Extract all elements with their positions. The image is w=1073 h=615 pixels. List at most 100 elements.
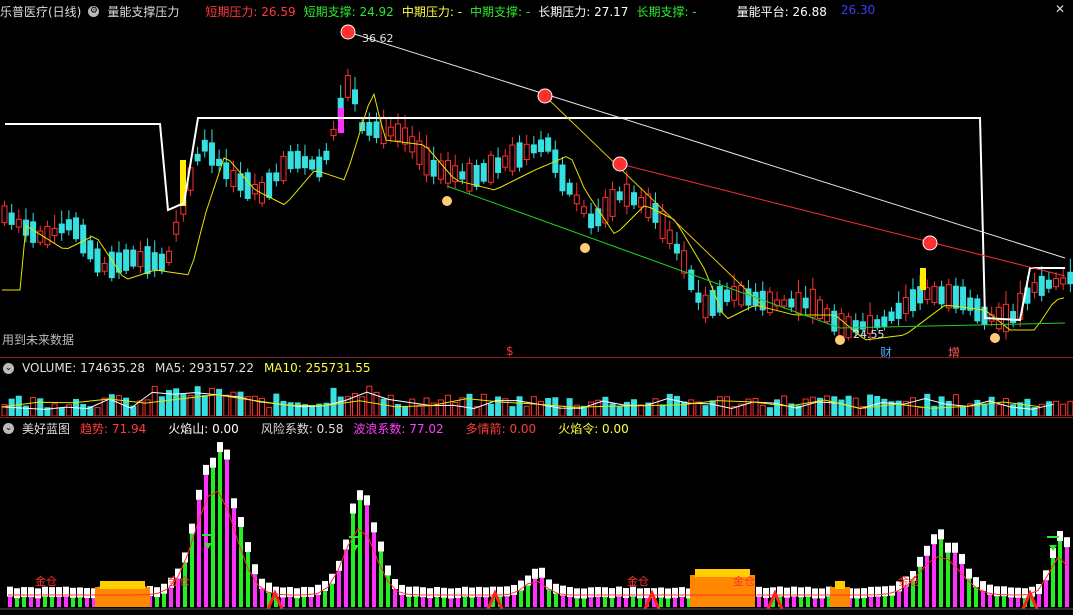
gear-icon[interactable]: ⚙ bbox=[88, 5, 100, 17]
volume-bar bbox=[437, 399, 444, 416]
volume-bar bbox=[623, 401, 630, 416]
indicator-cap bbox=[623, 588, 629, 599]
indicator-cap bbox=[812, 588, 818, 599]
header-value-item: MA10: 255731.55 bbox=[263, 361, 371, 375]
indicator-cap bbox=[658, 587, 664, 598]
candle-body bbox=[1, 205, 8, 224]
volume-bar bbox=[15, 395, 22, 416]
indicator-bar bbox=[617, 596, 621, 607]
indicator-cap bbox=[70, 587, 76, 598]
volume-bar bbox=[1038, 403, 1045, 416]
indicator-cap bbox=[420, 587, 426, 598]
volume-bar bbox=[938, 396, 945, 416]
candle-body bbox=[831, 310, 838, 332]
indicator-bar bbox=[393, 589, 397, 607]
candle-body bbox=[15, 218, 22, 228]
chevron-down-icon[interactable]: ⌄ bbox=[3, 362, 14, 374]
header-value-item: 火焰山: 0.00 bbox=[168, 421, 239, 436]
indicator-bar bbox=[309, 597, 313, 607]
indicator-bar bbox=[211, 467, 215, 607]
flame-block bbox=[830, 587, 850, 607]
volume-bar bbox=[759, 404, 766, 416]
indicator-name[interactable]: 量能支撑压力 bbox=[107, 3, 179, 20]
volume-bar bbox=[995, 404, 1002, 416]
flame-block bbox=[835, 581, 845, 589]
candle-body bbox=[466, 162, 473, 192]
indicator-cap bbox=[819, 588, 825, 599]
indicator-bar bbox=[1009, 597, 1013, 607]
candle-body bbox=[387, 126, 394, 137]
candle-body bbox=[688, 269, 695, 291]
volume-chart[interactable] bbox=[0, 376, 1073, 416]
candle-body bbox=[58, 223, 65, 234]
candle-body bbox=[960, 286, 967, 311]
indicator-bar bbox=[456, 597, 460, 607]
indicator-cap bbox=[49, 587, 55, 598]
candle-body bbox=[330, 128, 337, 137]
close-icon[interactable]: ✕ bbox=[1053, 2, 1067, 16]
indicator-bar bbox=[239, 527, 243, 607]
candle-body bbox=[201, 139, 208, 152]
indicator-cap bbox=[378, 541, 384, 552]
candle-body bbox=[1038, 275, 1045, 296]
volume-bar bbox=[960, 406, 967, 416]
indicator-bar bbox=[1058, 540, 1062, 607]
indicator-bar bbox=[365, 505, 369, 607]
candle-body bbox=[530, 144, 537, 154]
stock-name[interactable]: 乐普医疗(日线) bbox=[0, 3, 81, 20]
indicator-bar bbox=[386, 575, 390, 607]
volume-bar bbox=[688, 399, 695, 416]
indicator-cap bbox=[861, 588, 867, 599]
candle-body bbox=[366, 122, 373, 136]
indicator-cap bbox=[21, 587, 27, 598]
indicator-bar bbox=[1002, 596, 1006, 607]
indicator-cap bbox=[637, 588, 643, 599]
candle-body bbox=[781, 299, 788, 307]
chevron-down-icon[interactable]: ⌄ bbox=[3, 422, 14, 434]
volume-bar bbox=[194, 386, 201, 416]
indicator-chart[interactable]: 金仓 金仓 金仓 金仓 金仓 bbox=[0, 437, 1073, 615]
indicator-cap bbox=[203, 464, 209, 475]
indicator-cap bbox=[1015, 587, 1021, 598]
indicator-bar bbox=[43, 596, 47, 607]
candle-body bbox=[895, 302, 902, 319]
candle-body bbox=[487, 154, 494, 183]
indicator-cap bbox=[308, 587, 314, 598]
volume-bar bbox=[709, 400, 716, 416]
indicator-cap bbox=[392, 579, 398, 590]
gold-warehouse-label: 金仓 bbox=[733, 574, 755, 588]
indicator-bar bbox=[876, 596, 880, 607]
volume-bar bbox=[37, 398, 44, 416]
volume-bar bbox=[273, 393, 280, 416]
indicator-cap bbox=[539, 567, 545, 578]
volume-bar bbox=[616, 405, 623, 416]
indicator-cap bbox=[35, 588, 41, 599]
candle-body bbox=[881, 316, 888, 327]
indicator-bar bbox=[582, 598, 586, 607]
indicator-bar bbox=[218, 452, 222, 607]
indicator-bar bbox=[260, 588, 264, 607]
candle-body bbox=[115, 252, 122, 273]
volume-bar bbox=[22, 405, 29, 416]
indicator-bar bbox=[897, 591, 901, 607]
candle-body bbox=[65, 219, 72, 231]
indicator-cap bbox=[763, 587, 769, 598]
candle-body bbox=[516, 142, 523, 168]
indicator-cap bbox=[679, 587, 685, 598]
marker-increase: 增 bbox=[948, 346, 961, 360]
candle-body bbox=[666, 229, 673, 244]
candle-body bbox=[80, 224, 87, 254]
candle-body bbox=[166, 250, 173, 263]
volume-bar bbox=[309, 405, 316, 416]
indicator-panel-name[interactable]: 美好蓝图 bbox=[22, 420, 70, 437]
indicator-bar bbox=[953, 552, 957, 607]
volume-bar bbox=[251, 395, 258, 416]
volume-header: ⌄ VOLUME: 174635.28 MA5: 293157.22 MA10: 2… bbox=[0, 358, 387, 378]
header-value-item: 短期压力: 26.59 bbox=[205, 4, 296, 19]
volume-bar bbox=[945, 400, 952, 416]
volume-bar bbox=[630, 399, 637, 416]
main-price-chart[interactable]: 36.62 24.55 bbox=[0, 18, 1073, 358]
indicator-bar bbox=[337, 570, 341, 607]
header-value-item: 中期压力: - bbox=[401, 4, 463, 19]
indicator-cap bbox=[364, 495, 370, 506]
